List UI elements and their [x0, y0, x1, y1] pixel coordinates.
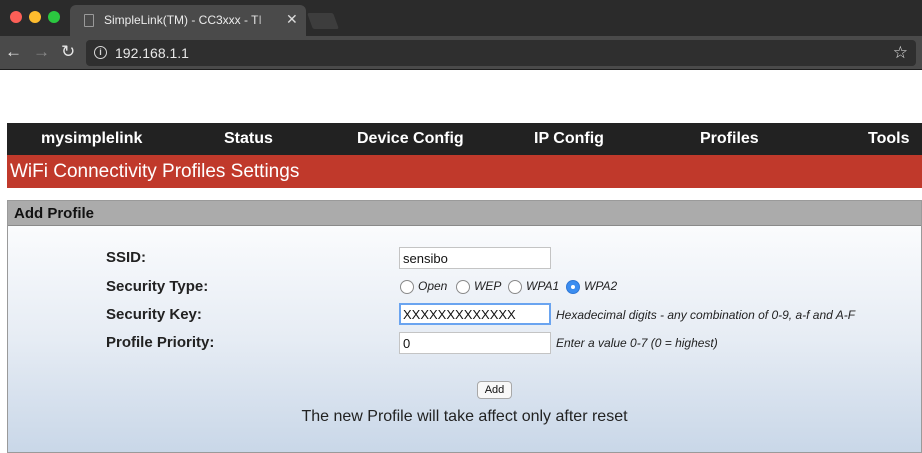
document-icon	[84, 14, 94, 27]
radio-wep-label[interactable]: WEP	[474, 279, 501, 293]
add-profile-panel: Add Profile SSID: Security Type: Open WE…	[7, 200, 922, 453]
forward-arrow-icon[interactable]: →	[33, 43, 50, 61]
panel-title: Add Profile	[14, 205, 95, 222]
radio-wpa1[interactable]	[508, 280, 522, 294]
profile-priority-label: Profile Priority:	[106, 334, 215, 351]
address-bar[interactable]: i 192.168.1.1 ☆	[86, 40, 916, 66]
ssid-label: SSID:	[106, 249, 147, 266]
profile-priority-hint: Enter a value 0-7 (0 = highest)	[556, 336, 718, 350]
radio-open-label[interactable]: Open	[418, 279, 447, 293]
page-heading-bar: WiFi Connectivity Profiles Settings	[7, 155, 922, 188]
radio-wpa2[interactable]	[566, 280, 580, 294]
browser-toolbar: ← → ↻ i 192.168.1.1 ☆	[0, 36, 922, 70]
bookmark-star-icon[interactable]: ☆	[893, 43, 908, 63]
radio-wpa2-label[interactable]: WPA2	[584, 279, 617, 293]
ssid-field[interactable]	[399, 247, 551, 269]
nav-item-tools[interactable]: Tools	[868, 130, 909, 148]
browser-titlebar: SimpleLink(TM) - CC3xxx - TI ✕	[0, 0, 922, 36]
security-key-field[interactable]	[399, 303, 551, 325]
site-navbar: mysimplelink Status Device Config IP Con…	[7, 123, 922, 155]
nav-item-profiles[interactable]: Profiles	[700, 130, 759, 148]
radio-open[interactable]	[400, 280, 414, 294]
maximize-window-button[interactable]	[48, 11, 60, 23]
panel-header: Add Profile	[8, 201, 921, 226]
page-title: WiFi Connectivity Profiles Settings	[10, 161, 300, 182]
tab-title: SimpleLink(TM) - CC3xxx - TI	[104, 13, 262, 27]
nav-item-ip-config[interactable]: IP Config	[534, 130, 604, 148]
reset-note: The new Profile will take affect only af…	[301, 408, 628, 425]
nav-item-status[interactable]: Status	[224, 130, 273, 148]
nav-item-device-config[interactable]: Device Config	[357, 130, 464, 148]
minimize-window-button[interactable]	[29, 11, 41, 23]
info-icon[interactable]: i	[94, 46, 107, 59]
add-button[interactable]: Add	[477, 381, 512, 399]
radio-wpa1-label[interactable]: WPA1	[526, 279, 559, 293]
close-tab-icon[interactable]: ✕	[286, 11, 298, 27]
browser-tab[interactable]: SimpleLink(TM) - CC3xxx - TI ✕	[70, 5, 306, 36]
reload-icon[interactable]: ↻	[61, 43, 75, 61]
url-text[interactable]: 192.168.1.1	[115, 45, 189, 61]
security-type-label: Security Type:	[106, 278, 209, 295]
profile-priority-field[interactable]	[399, 332, 551, 354]
close-window-button[interactable]	[10, 11, 22, 23]
security-key-hint: Hexadecimal digits - any combination of …	[556, 308, 856, 322]
new-tab-button[interactable]	[307, 13, 339, 29]
radio-wep[interactable]	[456, 280, 470, 294]
back-arrow-icon[interactable]: ←	[5, 43, 22, 61]
nav-item-mysimplelink[interactable]: mysimplelink	[41, 130, 142, 148]
security-key-label: Security Key:	[106, 306, 202, 323]
